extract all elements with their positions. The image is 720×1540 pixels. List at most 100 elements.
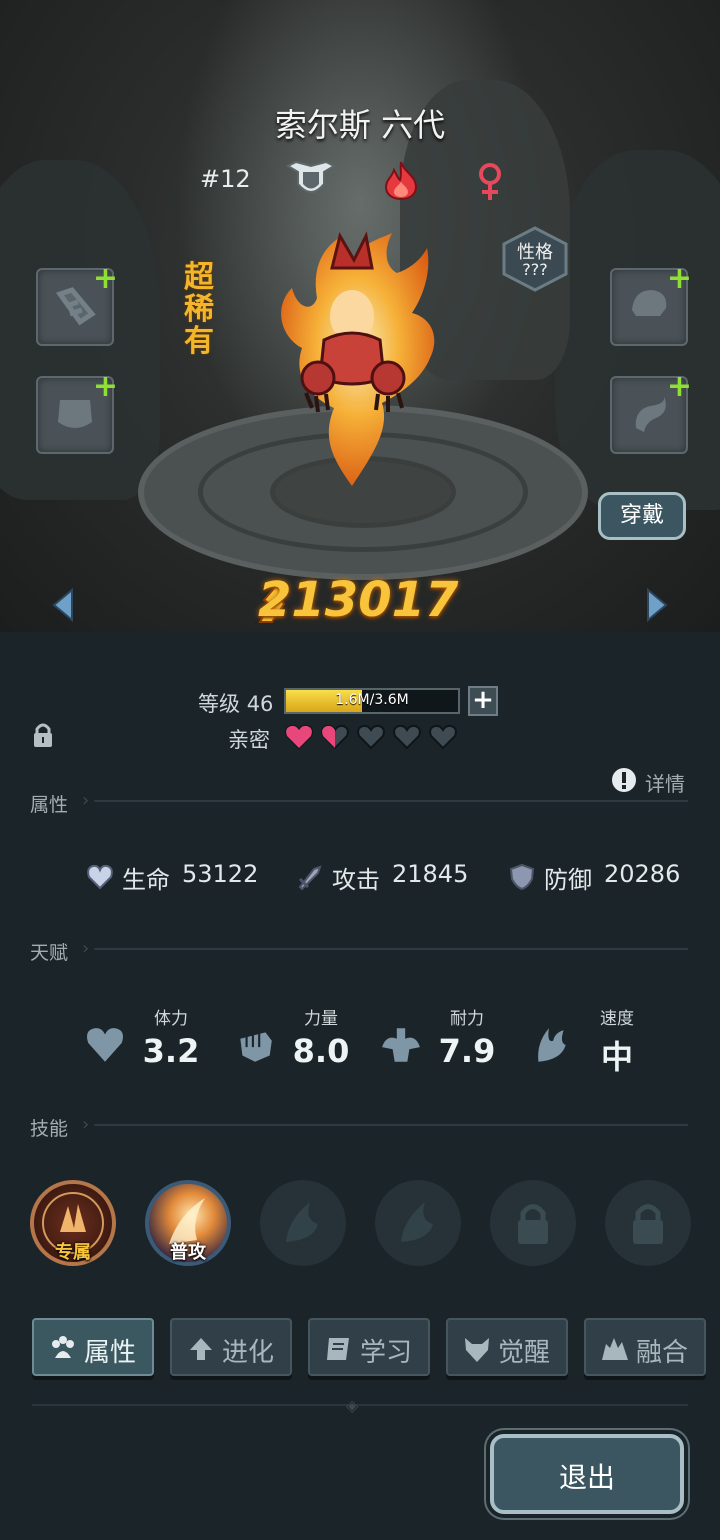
talent-value: 8.0 <box>292 1032 350 1070</box>
bottom-divider <box>32 1404 688 1406</box>
armor-icon <box>58 400 92 428</box>
locked-skill-icon <box>518 1204 548 1244</box>
add-plus-icon: + <box>92 369 118 404</box>
tab-3[interactable]: 觉醒 <box>446 1318 568 1376</box>
info-exclamation-icon <box>612 768 636 792</box>
talent-3: 速度中 <box>530 1004 670 1076</box>
intimacy-heart-icon <box>429 724 457 750</box>
up-arrow-icon <box>190 1338 212 1360</box>
skill-slot-1[interactable]: 普攻 <box>145 1180 231 1266</box>
hero-name: 索尔斯 六代 <box>274 106 446 144</box>
heart-icon <box>87 1028 123 1062</box>
fire-spirit-character[interactable] <box>262 228 442 490</box>
skill-slot-3[interactable] <box>375 1180 461 1266</box>
fusion-icon <box>602 1338 628 1360</box>
empty-skill-slot-icon <box>286 1202 318 1242</box>
fire-element-icon[interactable] <box>382 160 420 200</box>
skill-slot-2[interactable] <box>260 1180 346 1266</box>
section-divider <box>94 948 688 950</box>
helmet-icon <box>632 290 667 316</box>
rarity-label: 超稀有 <box>184 260 214 359</box>
skill-slot-5[interactable] <box>605 1180 691 1266</box>
level-label: 等级 <box>198 692 240 716</box>
skill-slot-0[interactable]: 专属 <box>30 1180 116 1266</box>
skill-label: 普攻 <box>170 1242 206 1263</box>
equip-slot-accessory[interactable]: + <box>610 372 692 454</box>
tab-label: 学习 <box>360 1338 413 1368</box>
book-icon <box>327 1338 349 1360</box>
equip-slot-weapon[interactable]: + <box>36 264 118 346</box>
level-row: 等级 46 <box>198 688 273 718</box>
claw-icon <box>55 287 96 326</box>
talent-label: 体力 <box>154 1009 188 1029</box>
exit-button-label: 退出 <box>558 1461 615 1494</box>
lock-icon[interactable] <box>32 722 54 748</box>
add-plus-icon: + <box>666 261 692 296</box>
exit-button[interactable]: 退出 <box>490 1434 684 1514</box>
wear-button[interactable]: 穿戴 <box>598 492 686 540</box>
tab-0[interactable]: 属性 <box>32 1318 154 1376</box>
attribute-label: 生命 <box>122 866 170 894</box>
level-value: 46 <box>246 692 274 716</box>
talent-label: 耐力 <box>450 1009 484 1029</box>
female-gender-icon <box>479 163 501 200</box>
wing-icon <box>538 1028 566 1062</box>
attribute-value: 21845 <box>392 860 469 888</box>
tab-4[interactable]: 融合 <box>584 1318 706 1376</box>
hero-number: #12 <box>200 165 251 193</box>
tab-label: 融合 <box>636 1338 689 1368</box>
attributes-section-title: 属性 <box>30 794 69 816</box>
exp-bar: 1.6M/3.6M <box>284 688 460 714</box>
talent-label: 速度 <box>600 1009 634 1029</box>
talent-value: 7.9 <box>438 1032 496 1070</box>
previous-hero-arrow-icon[interactable] <box>50 588 76 622</box>
tab-label: 进化 <box>222 1338 275 1368</box>
intimacy-heart-icon <box>321 724 349 750</box>
add-plus-icon: + <box>92 261 118 296</box>
attribute-label: 防御 <box>544 866 592 894</box>
attribute-stats: 生命 53122 攻击 21845 防御 20286 <box>0 860 720 896</box>
next-hero-arrow-icon[interactable] <box>644 588 670 622</box>
exp-text: 1.6M/3.6M <box>335 692 409 708</box>
section-divider <box>94 1124 688 1126</box>
combat-power-value: 213017 <box>258 572 459 628</box>
sword-icon <box>298 865 322 891</box>
equip-slot-helmet[interactable]: + <box>610 264 692 346</box>
muscle-icon <box>382 1028 420 1062</box>
divider-ornament-icon: ◈ <box>346 1396 359 1415</box>
equip-slot-armor[interactable]: + <box>36 372 118 454</box>
section-caret-icon: › <box>82 1114 90 1135</box>
talent-stats: 体力 3.2 力量 8.0 耐力 7.9 速度中 <box>0 1004 720 1076</box>
defender-class-icon[interactable] <box>286 160 336 200</box>
attribute-value: 20286 <box>604 860 681 888</box>
personality-badge[interactable]: 性格 ??? <box>500 226 570 292</box>
attribute-value: 53122 <box>182 860 259 888</box>
intimacy-heart-icon <box>393 724 421 750</box>
intimacy-heart-icon <box>357 724 385 750</box>
talent-section-title: 天赋 <box>30 942 69 964</box>
attribute-label: 攻击 <box>332 866 380 894</box>
locked-skill-icon <box>633 1204 663 1244</box>
talent-1: 力量 8.0 <box>234 1004 374 1074</box>
empty-skill-slot-icon <box>401 1202 433 1242</box>
level-up-plus-button[interactable]: + <box>468 686 498 716</box>
talent-label: 力量 <box>304 1009 338 1029</box>
add-plus-icon: + <box>666 369 692 404</box>
intimacy-heart-icon <box>285 724 313 750</box>
beast-icon <box>465 1338 489 1362</box>
tab-label: 觉醒 <box>498 1338 551 1368</box>
tab-2[interactable]: 学习 <box>308 1318 430 1376</box>
intimacy-label: 亲密 <box>228 728 270 752</box>
section-divider <box>94 800 688 802</box>
fist-icon <box>240 1032 272 1062</box>
hero-showcase-scene: 索尔斯 六代 #12 超稀有 性格 ??? + + + + 穿戴 213017 <box>0 0 720 632</box>
skill-label: 专属 <box>55 1242 91 1263</box>
intimacy-hearts <box>284 724 464 750</box>
tab-label: 属性 <box>84 1338 137 1368</box>
talent-value: 中 <box>600 1038 633 1076</box>
paw-icon <box>52 1336 74 1358</box>
tail-icon <box>635 396 666 432</box>
skill-slot-4[interactable] <box>490 1180 576 1266</box>
tab-1[interactable]: 进化 <box>170 1318 292 1376</box>
heart-shield-icon <box>87 864 113 890</box>
